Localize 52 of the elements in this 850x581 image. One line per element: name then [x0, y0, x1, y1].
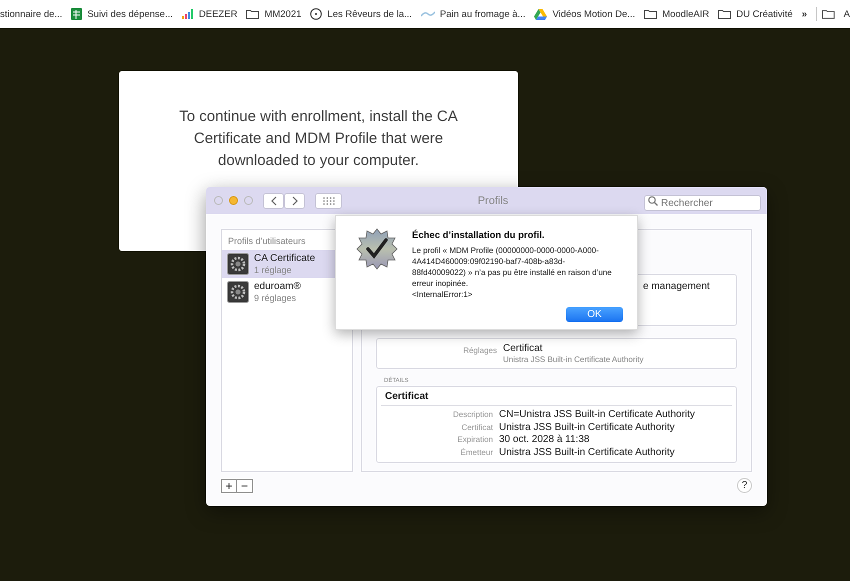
folder-icon [718, 9, 732, 19]
bookmark-link[interactable]: Les Rêveurs de la... [327, 8, 412, 20]
bookmark-link[interactable]: A [844, 8, 850, 20]
details-title: Certificat [381, 390, 732, 406]
help-button[interactable]: ? [737, 478, 752, 493]
remove-button[interactable]: − [237, 478, 253, 492]
add-button[interactable]: + [221, 478, 237, 492]
forward-button[interactable] [284, 192, 305, 208]
folder-icon [822, 9, 835, 19]
bookmark-link[interactable]: Pain au fromage à... [440, 8, 526, 20]
bookmark-link[interactable]: DEEZER [198, 8, 238, 20]
field-value: Certificat [503, 343, 544, 354]
search-field[interactable]: Rechercher [644, 195, 761, 211]
field-label: Émetteur [460, 448, 493, 456]
search-icon [648, 196, 658, 206]
bookmark-link[interactable]: Suivi des dépense... [87, 8, 173, 20]
chevron-right-icon [292, 196, 298, 206]
triangle-logo-icon [534, 8, 548, 20]
field-label: Réglages [462, 346, 497, 355]
gear-icon [227, 253, 249, 275]
equalizer-icon [182, 9, 194, 19]
field-value: Unistra JSS Built-in Certificate Authority [499, 446, 675, 458]
folder-icon [644, 9, 658, 19]
bookmark-link[interactable]: MoodleAIR [662, 8, 710, 20]
grid-icon [322, 196, 334, 204]
field-value: 30 oct. 2028 à 11:38 [499, 434, 590, 445]
bookmark-link[interactable]: MM2021 [264, 8, 302, 20]
bookmark-link[interactable]: Vidéos Motion De... [552, 8, 636, 20]
field-label: Certificat [460, 422, 493, 432]
error-code: <InternalError:1> [412, 289, 474, 300]
more-bookmarks-button[interactable]: » [802, 8, 807, 20]
back-button[interactable] [263, 192, 284, 208]
chevron-left-icon [270, 196, 276, 206]
bookmark-link[interactable]: DU Créativité [736, 8, 793, 20]
bookmark-link[interactable]: stionnaire de... [0, 8, 62, 20]
field-value: CN=Unistra JSS Built-in Certificate Authority [499, 409, 695, 420]
window-title: Profils [476, 194, 510, 206]
field-value: Unistra JSS Built-in Certificate Authority [499, 422, 675, 432]
profile-description: e management [643, 281, 710, 292]
field-label: Expiration [456, 435, 493, 444]
alert-message: Le profil « MDM Profile (00000000-0000-0000-A000-4A414D460009:09f02190-baf7-408b-a83d-88fd40009022) » n’a pas pu être installé en raison d’une erreur inopinée. [412, 245, 613, 289]
checkmark-badge-icon [356, 228, 398, 270]
show-all-button[interactable] [315, 192, 342, 208]
alert-title: Échec d’installation du profil. [412, 230, 546, 241]
gear-icon [227, 281, 249, 303]
field-label: Description [452, 410, 493, 419]
enrollment-message: To continue with enrollment, install the CA Certificate and MDM Profile that were downloaded to your computer. [179, 107, 458, 171]
spreadsheet-icon [71, 8, 82, 20]
field-subvalue: Unistra JSS Built-in Certificate Authority [503, 355, 644, 364]
folder-icon [246, 9, 260, 19]
list-header: Profils d’utilisateurs [227, 235, 307, 248]
profile-item[interactable]: eduroam® 9 réglages [222, 278, 352, 306]
